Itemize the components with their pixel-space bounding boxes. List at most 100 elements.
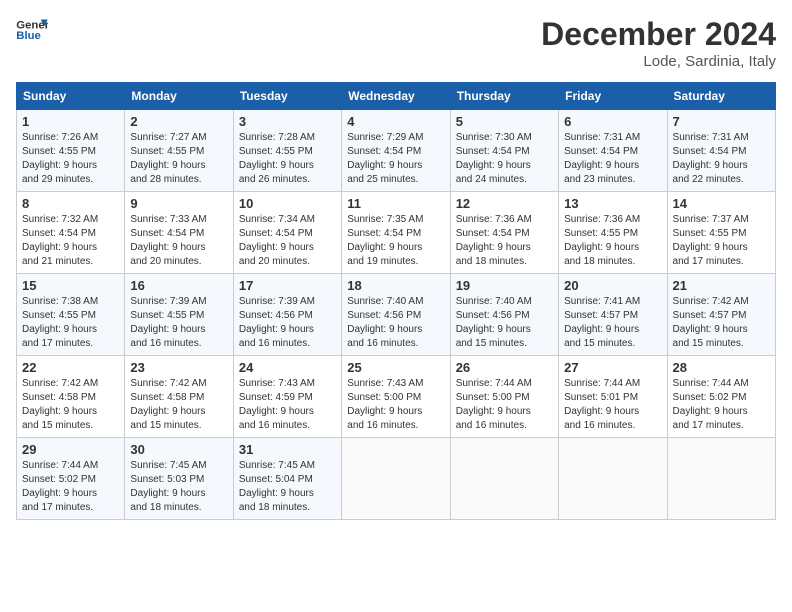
calendar-cell: 20 Sunrise: 7:41 AM Sunset: 4:57 PM Dayli… — [559, 274, 667, 356]
day-number: 16 — [130, 278, 227, 293]
day-info: Sunrise: 7:42 AM Sunset: 4:57 PM Dayligh… — [673, 295, 770, 351]
calendar-cell: 29 Sunrise: 7:44 AM Sunset: 5:02 PM Dayli… — [17, 438, 125, 520]
day-number: 31 — [239, 442, 336, 457]
day-info: Sunrise: 7:34 AM Sunset: 4:54 PM Dayligh… — [239, 213, 336, 269]
weekday-tuesday: Tuesday — [233, 83, 341, 110]
weekday-friday: Friday — [559, 83, 667, 110]
week-row-3: 15 Sunrise: 7:38 AM Sunset: 4:55 PM Dayli… — [17, 274, 776, 356]
day-number: 18 — [347, 278, 444, 293]
day-info: Sunrise: 7:44 AM Sunset: 5:01 PM Dayligh… — [564, 377, 661, 433]
calendar-cell: 12Sunrise: 7:36 AM Sunset: 4:54 PM Dayli… — [450, 192, 558, 274]
day-number: 28 — [673, 360, 770, 375]
calendar-cell: 4Sunrise: 7:29 AM Sunset: 4:54 PM Daylig… — [342, 110, 450, 192]
calendar-cell — [342, 438, 450, 520]
day-info: Sunrise: 7:31 AM Sunset: 4:54 PM Dayligh… — [673, 131, 770, 187]
day-number: 17 — [239, 278, 336, 293]
weekday-saturday: Saturday — [667, 83, 775, 110]
day-number: 24 — [239, 360, 336, 375]
calendar-cell: 19 Sunrise: 7:40 AM Sunset: 4:56 PM Dayli… — [450, 274, 558, 356]
calendar-cell: 5Sunrise: 7:30 AM Sunset: 4:54 PM Daylig… — [450, 110, 558, 192]
calendar-cell: 3 Sunrise: 7:28 AM Sunset: 4:55 PM Daylig… — [233, 110, 341, 192]
day-number: 1 — [22, 114, 119, 129]
calendar-cell: 30 Sunrise: 7:45 AM Sunset: 5:03 PM Dayli… — [125, 438, 233, 520]
svg-text:Blue: Blue — [16, 30, 41, 42]
calendar-cell: 1 Sunrise: 7:26 AM Sunset: 4:55 PM Daylig… — [17, 110, 125, 192]
calendar-cell: 11Sunrise: 7:35 AM Sunset: 4:54 PM Dayli… — [342, 192, 450, 274]
day-number: 27 — [564, 360, 661, 375]
calendar-cell: 10Sunrise: 7:34 AM Sunset: 4:54 PM Dayli… — [233, 192, 341, 274]
calendar-cell — [667, 438, 775, 520]
calendar-cell: 7 Sunrise: 7:31 AM Sunset: 4:54 PM Daylig… — [667, 110, 775, 192]
day-number: 13 — [564, 196, 661, 211]
week-row-1: 1 Sunrise: 7:26 AM Sunset: 4:55 PM Daylig… — [17, 110, 776, 192]
day-info: Sunrise: 7:36 AM Sunset: 4:54 PM Dayligh… — [456, 213, 553, 269]
weekday-thursday: Thursday — [450, 83, 558, 110]
weekday-header-row: SundayMondayTuesdayWednesdayThursdayFrid… — [17, 83, 776, 110]
calendar-cell: 17 Sunrise: 7:39 AM Sunset: 4:56 PM Dayli… — [233, 274, 341, 356]
calendar-cell: 14 Sunrise: 7:37 AM Sunset: 4:55 PM Dayli… — [667, 192, 775, 274]
calendar-cell: 27 Sunrise: 7:44 AM Sunset: 5:01 PM Dayli… — [559, 356, 667, 438]
day-number: 21 — [673, 278, 770, 293]
day-info: Sunrise: 7:36 AM Sunset: 4:55 PM Dayligh… — [564, 213, 661, 269]
day-info: Sunrise: 7:44 AM Sunset: 5:00 PM Dayligh… — [456, 377, 553, 433]
calendar-cell: 21 Sunrise: 7:42 AM Sunset: 4:57 PM Dayli… — [667, 274, 775, 356]
day-info: Sunrise: 7:33 AM Sunset: 4:54 PM Dayligh… — [130, 213, 227, 269]
day-number: 20 — [564, 278, 661, 293]
day-number: 8 — [22, 196, 119, 211]
day-info: Sunrise: 7:43 AM Sunset: 4:59 PM Dayligh… — [239, 377, 336, 433]
day-info: Sunrise: 7:27 AM Sunset: 4:55 PM Dayligh… — [130, 131, 227, 187]
calendar-cell: 15 Sunrise: 7:38 AM Sunset: 4:55 PM Dayli… — [17, 274, 125, 356]
day-number: 19 — [456, 278, 553, 293]
calendar-cell: 26 Sunrise: 7:44 AM Sunset: 5:00 PM Dayli… — [450, 356, 558, 438]
day-info: Sunrise: 7:29 AM Sunset: 4:54 PM Dayligh… — [347, 131, 444, 187]
calendar-cell: 23 Sunrise: 7:42 AM Sunset: 4:58 PM Dayli… — [125, 356, 233, 438]
day-number: 9 — [130, 196, 227, 211]
day-info: Sunrise: 7:38 AM Sunset: 4:55 PM Dayligh… — [22, 295, 119, 351]
day-number: 26 — [456, 360, 553, 375]
day-info: Sunrise: 7:42 AM Sunset: 4:58 PM Dayligh… — [22, 377, 119, 433]
logo-icon: General Blue — [16, 16, 48, 44]
day-info: Sunrise: 7:44 AM Sunset: 5:02 PM Dayligh… — [22, 459, 119, 515]
day-info: Sunrise: 7:26 AM Sunset: 4:55 PM Dayligh… — [22, 131, 119, 187]
calendar-cell: 16 Sunrise: 7:39 AM Sunset: 4:55 PM Dayli… — [125, 274, 233, 356]
calendar-cell: 28 Sunrise: 7:44 AM Sunset: 5:02 PM Dayli… — [667, 356, 775, 438]
day-info: Sunrise: 7:31 AM Sunset: 4:54 PM Dayligh… — [564, 131, 661, 187]
calendar-cell: 24 Sunrise: 7:43 AM Sunset: 4:59 PM Dayli… — [233, 356, 341, 438]
day-info: Sunrise: 7:40 AM Sunset: 4:56 PM Dayligh… — [347, 295, 444, 351]
day-info: Sunrise: 7:45 AM Sunset: 5:03 PM Dayligh… — [130, 459, 227, 515]
day-info: Sunrise: 7:45 AM Sunset: 5:04 PM Dayligh… — [239, 459, 336, 515]
day-number: 3 — [239, 114, 336, 129]
day-number: 15 — [22, 278, 119, 293]
week-row-5: 29 Sunrise: 7:44 AM Sunset: 5:02 PM Dayli… — [17, 438, 776, 520]
day-info: Sunrise: 7:42 AM Sunset: 4:58 PM Dayligh… — [130, 377, 227, 433]
day-info: Sunrise: 7:40 AM Sunset: 4:56 PM Dayligh… — [456, 295, 553, 351]
calendar-body: 1 Sunrise: 7:26 AM Sunset: 4:55 PM Daylig… — [17, 110, 776, 520]
day-number: 30 — [130, 442, 227, 457]
calendar-cell: 22Sunrise: 7:42 AM Sunset: 4:58 PM Dayli… — [17, 356, 125, 438]
day-info: Sunrise: 7:32 AM Sunset: 4:54 PM Dayligh… — [22, 213, 119, 269]
day-info: Sunrise: 7:41 AM Sunset: 4:57 PM Dayligh… — [564, 295, 661, 351]
weekday-wednesday: Wednesday — [342, 83, 450, 110]
day-info: Sunrise: 7:28 AM Sunset: 4:55 PM Dayligh… — [239, 131, 336, 187]
day-number: 7 — [673, 114, 770, 129]
day-number: 11 — [347, 196, 444, 211]
day-number: 23 — [130, 360, 227, 375]
weekday-monday: Monday — [125, 83, 233, 110]
day-info: Sunrise: 7:43 AM Sunset: 5:00 PM Dayligh… — [347, 377, 444, 433]
day-info: Sunrise: 7:44 AM Sunset: 5:02 PM Dayligh… — [673, 377, 770, 433]
calendar-table: SundayMondayTuesdayWednesdayThursdayFrid… — [16, 82, 776, 520]
day-info: Sunrise: 7:37 AM Sunset: 4:55 PM Dayligh… — [673, 213, 770, 269]
day-info: Sunrise: 7:39 AM Sunset: 4:55 PM Dayligh… — [130, 295, 227, 351]
day-number: 2 — [130, 114, 227, 129]
calendar-cell: 18 Sunrise: 7:40 AM Sunset: 4:56 PM Dayli… — [342, 274, 450, 356]
week-row-2: 8 Sunrise: 7:32 AM Sunset: 4:54 PM Daylig… — [17, 192, 776, 274]
calendar-cell: 2 Sunrise: 7:27 AM Sunset: 4:55 PM Daylig… — [125, 110, 233, 192]
day-info: Sunrise: 7:39 AM Sunset: 4:56 PM Dayligh… — [239, 295, 336, 351]
day-number: 6 — [564, 114, 661, 129]
month-title: December 2024 — [541, 16, 776, 53]
week-row-4: 22Sunrise: 7:42 AM Sunset: 4:58 PM Dayli… — [17, 356, 776, 438]
day-number: 14 — [673, 196, 770, 211]
day-number: 29 — [22, 442, 119, 457]
calendar-cell: 31 Sunrise: 7:45 AM Sunset: 5:04 PM Dayli… — [233, 438, 341, 520]
calendar-cell: 8 Sunrise: 7:32 AM Sunset: 4:54 PM Daylig… — [17, 192, 125, 274]
